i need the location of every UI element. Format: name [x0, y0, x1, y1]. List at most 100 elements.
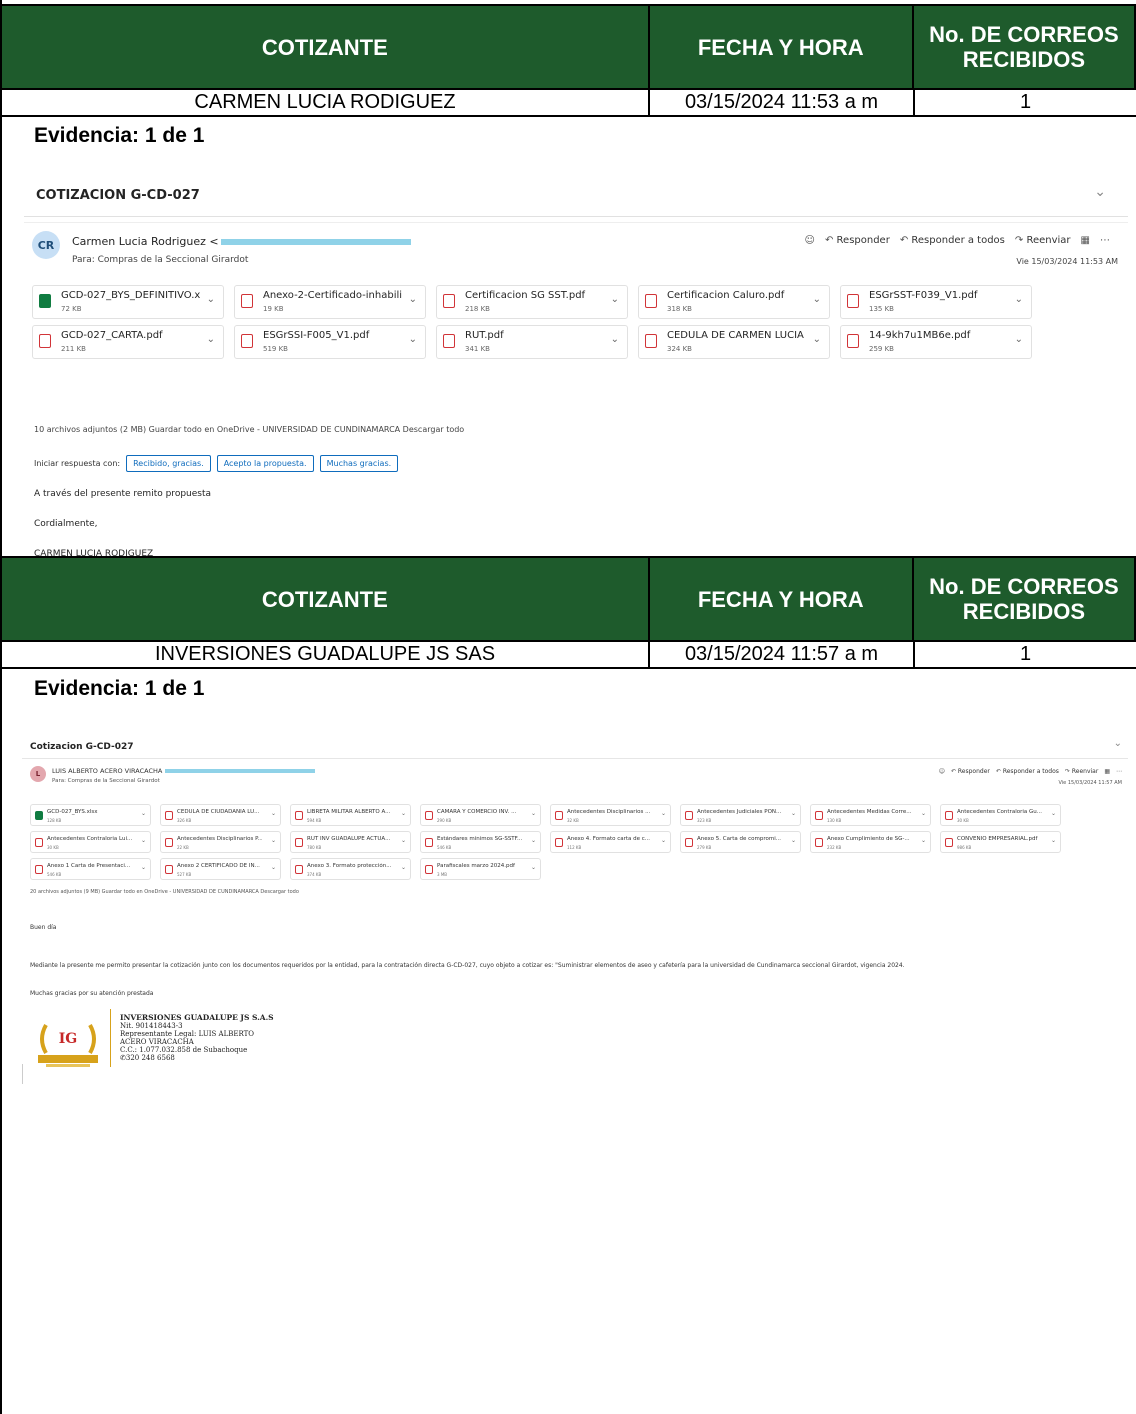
- chevron-down-icon[interactable]: ⌄: [791, 810, 796, 817]
- chevron-down-icon[interactable]: ⌄: [271, 837, 276, 844]
- reply-button[interactable]: ↶ Responder: [825, 235, 890, 246]
- email-subject: COTIZACION G-CD-027: [36, 188, 200, 203]
- attachment-item[interactable]: Anexo 1 Carta de Presentaci... 546 KB ⌄: [30, 858, 151, 880]
- reply-label: Responder: [957, 768, 990, 775]
- attachment-item[interactable]: Antecedentes Disciplinarios ... 32 KB ⌄: [550, 804, 671, 826]
- sender[interactable]: LUIS ALBERTO ACERO VIRACACHA: [52, 767, 316, 775]
- chevron-down-icon[interactable]: ⌄: [271, 810, 276, 817]
- emoji-icon[interactable]: ☺: [939, 768, 945, 775]
- attachment-item[interactable]: ESGrSSI-F005_V1.pdf 519 KB ⌄: [234, 325, 426, 359]
- attachment-name: Anexo 2 CERTIFICADO DE IN...: [177, 863, 260, 869]
- attachment-item[interactable]: Antecedentes Disciplinarios P... 22 KB ⌄: [160, 831, 281, 853]
- attachment-size: 30 KB: [957, 818, 969, 823]
- reply-button[interactable]: ↶ Responder: [951, 768, 990, 775]
- attachment-item[interactable]: Antecedentes Contraloria Gu... 30 KB ⌄: [940, 804, 1061, 826]
- table-row: INVERSIONES GUADALUPE JS SAS 03/15/2024 …: [0, 642, 1136, 669]
- attachment-name: RUT.pdf: [465, 330, 504, 341]
- attachment-item[interactable]: Certificacion Caluro.pdf 318 KB ⌄: [638, 285, 830, 319]
- attachment-name: Antecedentes Contraloria Lui...: [47, 836, 132, 842]
- attachment-item[interactable]: GCD-027_CARTA.pdf 211 KB ⌄: [32, 325, 224, 359]
- chevron-down-icon[interactable]: ⌄: [813, 334, 821, 345]
- chevron-down-icon[interactable]: ⌄: [401, 810, 406, 817]
- attachment-item[interactable]: Anexo 4. Formato carta de c... 112 KB ⌄: [550, 831, 671, 853]
- chevron-down-icon[interactable]: ⌄: [531, 810, 536, 817]
- attachment-item[interactable]: CEDULA DE CARMEN LUCIA ... 324 KB ⌄: [638, 325, 830, 359]
- forward-button[interactable]: ↷ Reenviar: [1015, 235, 1071, 246]
- attachment-item[interactable]: Estándares mínimos SG-SSTF... 546 KB ⌄: [420, 831, 541, 853]
- apps-icon[interactable]: ▦: [1081, 235, 1090, 246]
- attachments-summary[interactable]: 20 archivos adjuntos (9 MB) Guardar todo…: [30, 889, 299, 895]
- quick-reply-button[interactable]: Muchas gracias.: [319, 455, 399, 472]
- chevron-down-icon[interactable]: ⌄: [1051, 837, 1056, 844]
- chevron-down-icon[interactable]: ⌄: [611, 334, 619, 345]
- attachment-item[interactable]: RUT.pdf 341 KB ⌄: [436, 325, 628, 359]
- attachment-item[interactable]: Parafiscales marzo 2024.pdf 3 MB ⌄: [420, 858, 541, 880]
- attachment-item[interactable]: Antecedentes Contraloria Lui... 30 KB ⌄: [30, 831, 151, 853]
- chevron-down-icon[interactable]: ⌄: [531, 864, 536, 871]
- chevron-down-icon[interactable]: ⌄: [141, 864, 146, 871]
- chevron-down-icon[interactable]: ⌄: [813, 294, 821, 305]
- attachment-item[interactable]: GCD-027_BYS_DEFINITIVO.xlsx 72 KB ⌄: [32, 285, 224, 319]
- attachment-item[interactable]: GCD-027_BYS.xlsx 128 KB ⌄: [30, 804, 151, 826]
- quick-reply-button[interactable]: Acepto la propuesta.: [216, 455, 314, 472]
- attachment-name: GCD-027_CARTA.pdf: [61, 330, 163, 341]
- attachment-size: 218 KB: [465, 305, 490, 313]
- reply-all-button[interactable]: ↶ Responder a todos: [996, 768, 1059, 775]
- chevron-down-icon[interactable]: ⌄: [921, 837, 926, 844]
- signature-line: ACERO VIRACACHA: [120, 1038, 194, 1046]
- chevron-down-icon[interactable]: ⌄: [661, 837, 666, 844]
- chevron-down-icon[interactable]: ⌄: [207, 334, 215, 345]
- attachment-item[interactable]: LIBRETA MILITAR ALBERTO A... 594 KB ⌄: [290, 804, 411, 826]
- attachment-item[interactable]: RUT INV GUADALUPE ACTUA... 780 KB ⌄: [290, 831, 411, 853]
- chevron-down-icon[interactable]: ⌄: [1094, 184, 1106, 200]
- forward-button[interactable]: ↷ Reenviar: [1065, 768, 1098, 775]
- pdf-file-icon: [425, 838, 433, 847]
- attachment-item[interactable]: CEDULA DE CIUDADANIA LU... 326 KB ⌄: [160, 804, 281, 826]
- chevron-down-icon[interactable]: ⌄: [921, 810, 926, 817]
- chevron-down-icon[interactable]: ⌄: [531, 837, 536, 844]
- chevron-down-icon[interactable]: ⌄: [661, 810, 666, 817]
- chevron-down-icon[interactable]: ⌄: [271, 864, 276, 871]
- reply-all-icon: ↶: [995, 768, 1001, 775]
- attachment-item[interactable]: Antecedentes Judiciales PON... 323 KB ⌄: [680, 804, 801, 826]
- more-icon[interactable]: ⋯: [1100, 235, 1110, 246]
- emoji-icon[interactable]: ☺: [805, 235, 815, 246]
- attachment-item[interactable]: CONVENIO EMPRESARIAL.pdf 986 KB ⌄: [940, 831, 1061, 853]
- attachment-item[interactable]: Antecedentes Medidas Corre... 130 KB ⌄: [810, 804, 931, 826]
- attachment-item[interactable]: 14-9kh7u1MB6e.pdf 259 KB ⌄: [840, 325, 1032, 359]
- attachment-item[interactable]: Anexo 5. Carta de compromi... 279 KB ⌄: [680, 831, 801, 853]
- attachment-item[interactable]: Anexo-2-Certificado-inhabili... 19 KB ⌄: [234, 285, 426, 319]
- attachment-item[interactable]: Certificacion SG SST.pdf 218 KB ⌄: [436, 285, 628, 319]
- chevron-down-icon[interactable]: ⌄: [409, 334, 417, 345]
- chevron-down-icon[interactable]: ⌄: [611, 294, 619, 305]
- excel-file-icon: [39, 294, 51, 308]
- more-icon[interactable]: ⋯: [1116, 768, 1122, 775]
- chevron-down-icon[interactable]: ⌄: [409, 294, 417, 305]
- reply-all-icon: ↶: [899, 235, 909, 246]
- reply-all-button[interactable]: ↶ Responder a todos: [900, 235, 1005, 246]
- chevron-down-icon[interactable]: ⌄: [1114, 738, 1122, 749]
- chevron-down-icon[interactable]: ⌄: [791, 837, 796, 844]
- chevron-down-icon[interactable]: ⌄: [1015, 294, 1023, 305]
- chevron-down-icon[interactable]: ⌄: [1051, 810, 1056, 817]
- cotizante-cell: CARMEN LUCIA RODIGUEZ: [0, 90, 650, 115]
- chevron-down-icon[interactable]: ⌄: [141, 837, 146, 844]
- attachment-item[interactable]: Anexo Cumplimiento de SG-... 232 KB ⌄: [810, 831, 931, 853]
- chevron-down-icon[interactable]: ⌄: [1015, 334, 1023, 345]
- apps-icon[interactable]: ▦: [1104, 768, 1110, 775]
- quick-reply-button[interactable]: Recibido, gracias.: [126, 455, 211, 472]
- chevron-down-icon[interactable]: ⌄: [141, 810, 146, 817]
- attachment-item[interactable]: ESGrSST-F039_V1.pdf 135 KB ⌄: [840, 285, 1032, 319]
- forward-label: Reenviar: [1026, 235, 1071, 246]
- attachment-item[interactable]: CAMARA Y COMERCIO INV. ... 290 KB ⌄: [420, 804, 541, 826]
- chevron-down-icon[interactable]: ⌄: [207, 294, 215, 305]
- attachment-item[interactable]: Anexo 2 CERTIFICADO DE IN... 527 KB ⌄: [160, 858, 281, 880]
- chevron-down-icon[interactable]: ⌄: [401, 864, 406, 871]
- sender[interactable]: Carmen Lucia Rodriguez <: [72, 235, 411, 248]
- attachments-summary[interactable]: 10 archivos adjuntos (2 MB) Guardar todo…: [34, 425, 464, 434]
- chevron-down-icon[interactable]: ⌄: [401, 837, 406, 844]
- reply-all-label: Responder a todos: [1002, 768, 1059, 775]
- attachment-item[interactable]: Anexo 3. Formato protección... 374 KB ⌄: [290, 858, 411, 880]
- attachment-name: GCD-027_BYS.xlsx: [47, 809, 98, 815]
- attachment-size: 324 KB: [667, 345, 692, 353]
